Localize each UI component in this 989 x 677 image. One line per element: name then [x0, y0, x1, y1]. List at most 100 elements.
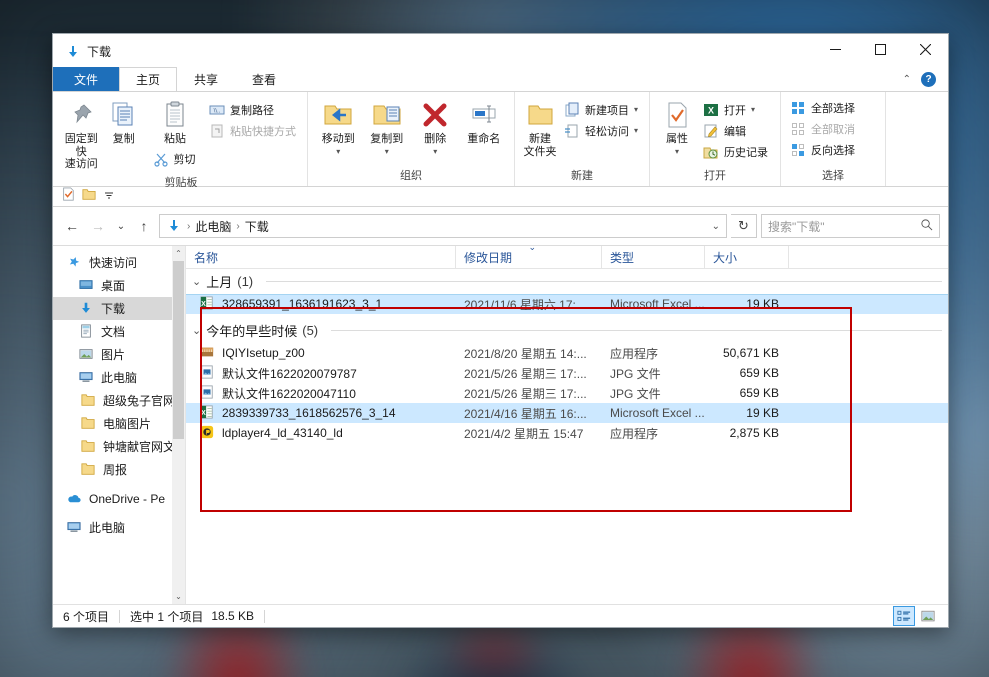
sidebar-item-folder-3[interactable]: 钟塘献官网文	[53, 435, 185, 458]
column-header-date[interactable]: ⌄ 修改日期	[456, 242, 602, 268]
help-icon[interactable]: ?	[921, 71, 936, 87]
open-label: 打开	[724, 105, 746, 117]
sidebar-item-folder-4[interactable]: 周报	[53, 458, 185, 481]
scrollbar-thumb[interactable]	[173, 261, 184, 439]
table-row[interactable]: 默认文件1622020079787 2021/5/26 星期三 17:... J…	[186, 363, 948, 383]
column-header-name[interactable]: 名称	[186, 246, 456, 268]
invert-selection-button[interactable]: 反向选择	[787, 140, 860, 160]
easy-access-button[interactable]: 轻松访问 ▾	[561, 121, 643, 141]
chevron-down-icon[interactable]: ⌄	[712, 221, 720, 232]
group-header-last-month[interactable]: ⌄ 上月 (1)	[186, 269, 948, 295]
tab-share[interactable]: 共享	[177, 67, 235, 91]
history-button[interactable]: 历史记录	[700, 142, 773, 162]
file-name-cell: X 2839339733_1618562576_3_14	[186, 405, 456, 421]
sidebar-item-folder-2[interactable]: 电脑图片	[53, 412, 185, 435]
pin-to-quick-access-button[interactable]: 固定到快 速访问	[61, 96, 102, 174]
chevron-down-icon[interactable]: ▾	[433, 147, 437, 156]
ribbon-tab-bar: 文件 主页 共享 查看 ⌃ ?	[53, 67, 948, 92]
sidebar-item-folder-1[interactable]: 超级兔子官网	[53, 389, 185, 412]
properties-button[interactable]: 属性 ▾	[656, 96, 698, 159]
thumbnail-view-icon[interactable]	[918, 607, 938, 625]
column-header-type[interactable]: 类型	[602, 246, 705, 268]
collapse-chevron-icon[interactable]: ⌄	[192, 324, 201, 337]
sidebar-item-quick-access[interactable]: 快速访问	[53, 251, 185, 274]
cut-button[interactable]: 剪切	[150, 149, 201, 169]
new-item-button[interactable]: 新建项目 ▾	[561, 100, 643, 120]
delete-label: 删除	[424, 133, 447, 145]
sidebar-item-this-pc[interactable]: 此电脑	[53, 516, 185, 539]
chevron-down-icon[interactable]: ▾	[385, 147, 389, 156]
table-row[interactable]: X 328659391_1636191623_3_1 2021/11/6 星期六…	[186, 294, 948, 314]
copy-to-button[interactable]: 复制到 ▾	[363, 96, 412, 159]
breadcrumb[interactable]: › 此电脑 › 下载 ⌄	[159, 214, 727, 238]
pin-icon	[65, 99, 97, 131]
new-folder-button[interactable]: 新建 文件夹	[521, 96, 559, 161]
copy-path-label: 复制路径	[230, 105, 274, 117]
copy-button[interactable]: 复制	[104, 96, 145, 149]
refresh-button[interactable]: ↻	[731, 214, 757, 238]
tab-file-label: 文件	[74, 73, 99, 87]
tab-file[interactable]: 文件	[53, 67, 120, 91]
file-name-label: IQIYIsetup_z00	[222, 346, 305, 360]
scissors-icon	[153, 151, 169, 167]
status-selection-size: 18.5 KB	[211, 609, 255, 623]
select-all-button[interactable]: 全部选择	[787, 98, 860, 118]
table-row[interactable]: ldplayer4_ld_43140_ld 2021/4/2 星期五 15:47…	[186, 423, 948, 443]
table-row[interactable]: X 2839339733_1618562576_3_14 2021/4/16 星…	[186, 403, 948, 423]
sidebar-item-desktop[interactable]: 桌面	[53, 274, 185, 297]
tab-home[interactable]: 主页	[119, 67, 178, 91]
recent-locations-button[interactable]: ⌄	[113, 214, 129, 238]
sidebar-item-label: 桌面	[101, 279, 126, 293]
history-label: 历史记录	[724, 147, 768, 159]
paste-button[interactable]: 粘贴	[146, 96, 204, 149]
file-name-label: ldplayer4_ld_43140_ld	[222, 426, 343, 440]
column-header-size[interactable]: 大小	[705, 246, 789, 268]
qat-dropdown-icon[interactable]	[103, 188, 115, 206]
breadcrumb-item-downloads[interactable]: 下载	[245, 218, 269, 235]
open-button[interactable]: X 打开 ▾	[700, 100, 773, 120]
qat-properties-icon[interactable]	[61, 187, 75, 206]
minimize-button[interactable]	[813, 34, 858, 64]
qat-new-folder-icon[interactable]	[82, 187, 96, 206]
chevron-down-icon[interactable]: ▾	[675, 147, 679, 156]
copy-path-button[interactable]: \\.. 复制路径	[206, 100, 301, 120]
sidebar-item-onedrive[interactable]: OneDrive - Pe	[53, 487, 185, 510]
sidebar-item-downloads[interactable]: 下载	[53, 297, 185, 320]
table-row[interactable]: 默认文件1622020047110 2021/5/26 星期三 17:... J…	[186, 383, 948, 403]
search-placeholder: 搜索"下载"	[768, 219, 825, 234]
collapse-chevron-icon[interactable]: ⌄	[192, 275, 201, 288]
scroll-down-icon[interactable]: ⌄	[172, 589, 185, 604]
forward-button[interactable]: →	[87, 214, 109, 238]
delete-button[interactable]: 删除 ▾	[411, 96, 460, 159]
breadcrumb-item-this-pc[interactable]: 此电脑	[195, 218, 231, 235]
chevron-down-icon[interactable]: ▾	[751, 106, 755, 114]
scroll-up-icon[interactable]: ⌃	[172, 246, 185, 261]
maximize-button[interactable]	[858, 34, 903, 64]
sidebar-item-pictures[interactable]: 图片	[53, 343, 185, 366]
back-button[interactable]: ←	[61, 214, 83, 238]
search-input[interactable]: 搜索"下载"	[761, 214, 940, 238]
select-none-button[interactable]: 全部取消	[787, 119, 860, 139]
new-folder-icon	[524, 99, 556, 131]
up-button[interactable]: ↑	[133, 214, 155, 238]
move-to-button[interactable]: 移动到 ▾	[314, 96, 363, 159]
paste-shortcut-button[interactable]: 粘贴快捷方式	[206, 121, 301, 141]
file-name-cell: 默认文件1622020047110	[186, 385, 456, 402]
details-view-icon[interactable]	[893, 606, 915, 626]
group-header-earlier-this-year[interactable]: ⌄ 今年的早些时候 (5)	[186, 318, 948, 343]
navigation-pane-scrollbar[interactable]: ⌃ ⌄	[172, 246, 185, 604]
rename-button[interactable]: 重命名	[460, 96, 509, 149]
edit-button[interactable]: 编辑	[700, 121, 773, 141]
sidebar-item-documents[interactable]: 文档	[53, 320, 185, 343]
chevron-down-icon[interactable]: ▾	[336, 147, 340, 156]
chevron-down-icon[interactable]: ▾	[634, 106, 638, 114]
svg-text:X: X	[201, 301, 206, 308]
chevron-down-icon[interactable]: ▾	[634, 127, 638, 135]
tab-view[interactable]: 查看	[235, 67, 293, 91]
close-button[interactable]	[903, 34, 948, 64]
table-row[interactable]: IQIYIsetup_z00 2021/8/20 星期五 14:... 应用程序…	[186, 343, 948, 363]
sidebar-item-this-pc-pinned[interactable]: 此电脑	[53, 366, 185, 389]
file-list-pane: 名称 ⌄ 修改日期 类型 大小 ⌄ 上月 (1) X 328659391_163…	[186, 242, 948, 604]
navigation-pane: 快速访问 桌面 下载 文档 图片 此电脑 超级兔子官网 电脑图片 钟塘献官网文 …	[53, 246, 186, 604]
chevron-up-icon[interactable]: ⌃	[903, 74, 911, 85]
